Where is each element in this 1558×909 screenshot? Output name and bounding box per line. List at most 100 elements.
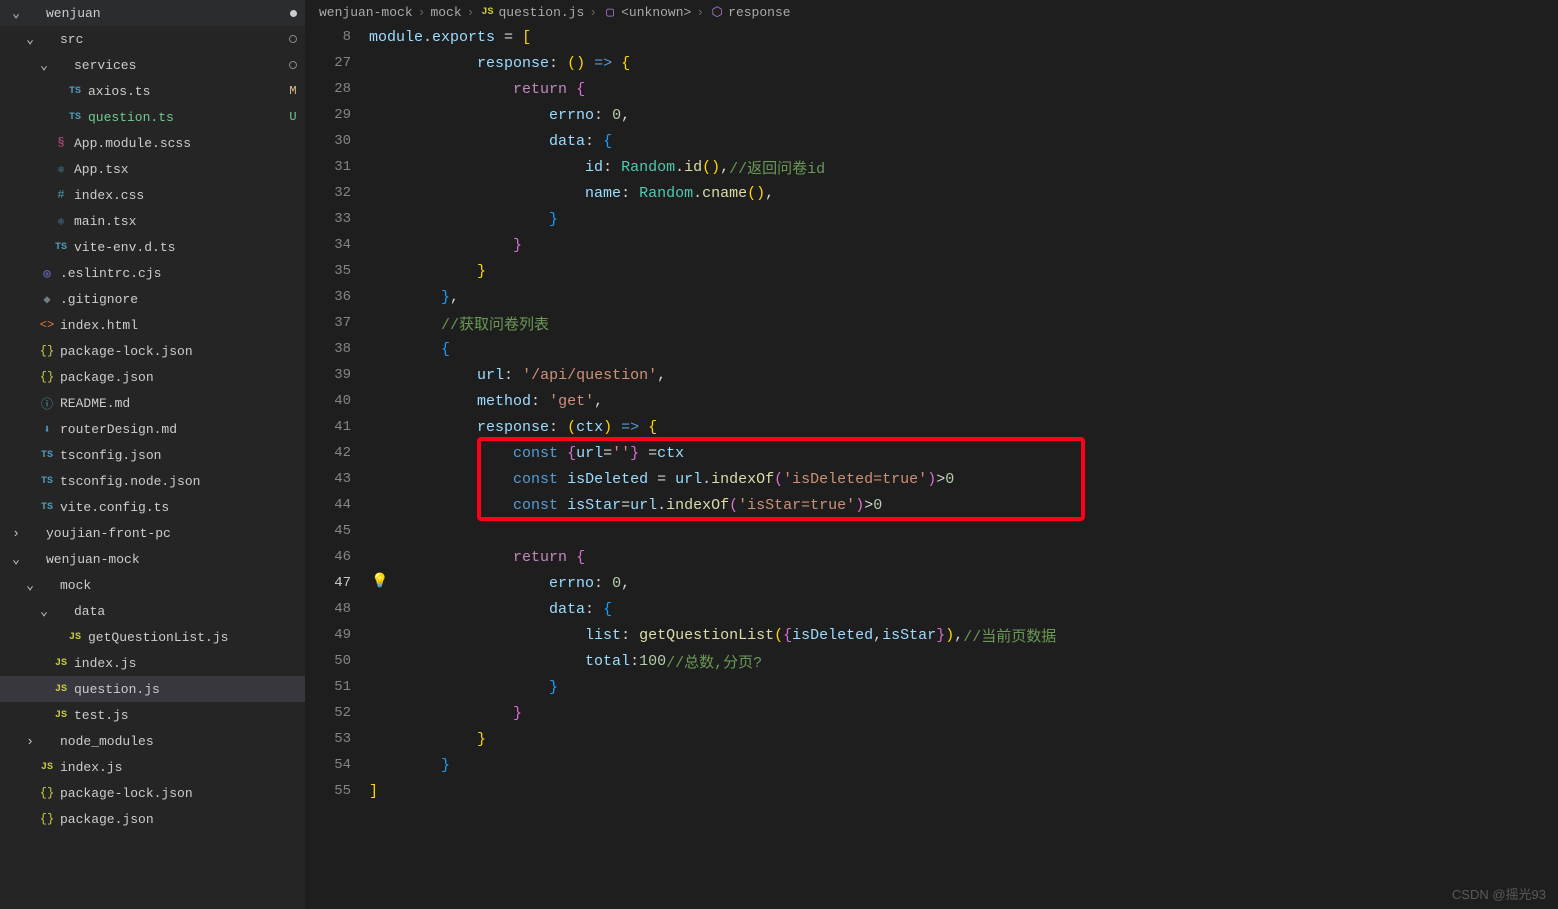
explorer-item-src[interactable]: ⌄src (0, 26, 305, 52)
chevron-right-icon[interactable]: › (22, 734, 38, 749)
code-token (369, 601, 549, 618)
code-line[interactable]: const isStar=url.indexOf('isStar=true')>… (369, 492, 1558, 518)
code-line[interactable]: } (369, 700, 1558, 726)
code-line[interactable]: list: getQuestionList({isDeleted,isStar}… (369, 622, 1558, 648)
explorer-item-label: .eslintrc.cjs (60, 266, 305, 281)
explorer-item-index-css[interactable]: #index.css (0, 182, 305, 208)
explorer-item--gitignore[interactable]: ◆.gitignore (0, 286, 305, 312)
code-line[interactable]: } (369, 674, 1558, 700)
code-token: data (549, 133, 585, 150)
code-line[interactable]: total:100//总数,分页? (369, 648, 1558, 674)
code-line[interactable]: response: () => { (369, 50, 1558, 76)
breadcrumb-segment[interactable]: wenjuan-mock (319, 5, 413, 20)
explorer-item-services[interactable]: ⌄services (0, 52, 305, 78)
code-line[interactable]: errno: 0, (369, 102, 1558, 128)
code-line[interactable]: data: { (369, 128, 1558, 154)
code-line[interactable]: errno: 0, (369, 570, 1558, 596)
explorer-item-tsconfig-node-json[interactable]: TStsconfig.node.json (0, 468, 305, 494)
explorer-item-wenjuan-mock[interactable]: ⌄wenjuan-mock (0, 546, 305, 572)
chevron-right-icon: › (467, 5, 475, 20)
code-line[interactable]: } (369, 232, 1558, 258)
line-number: 38 (305, 336, 351, 362)
code-token: { (576, 81, 585, 98)
explorer-item-package-lock-json[interactable]: {}package-lock.json (0, 780, 305, 806)
code-line[interactable]: } (369, 206, 1558, 232)
code-token: id (684, 159, 702, 176)
explorer-item-main-tsx[interactable]: ⚛main.tsx (0, 208, 305, 234)
code-line[interactable]: const isDeleted = url.indexOf('isDeleted… (369, 466, 1558, 492)
code-token: isStar (882, 627, 936, 644)
explorer-item-index-html[interactable]: <>index.html (0, 312, 305, 338)
code-line[interactable]: } (369, 258, 1558, 284)
code-line[interactable]: method: 'get', (369, 388, 1558, 414)
code-token (369, 107, 549, 124)
explorer-item-index-js[interactable]: JSindex.js (0, 650, 305, 676)
explorer-item-tsconfig-json[interactable]: TStsconfig.json (0, 442, 305, 468)
explorer-item-mock[interactable]: ⌄mock (0, 572, 305, 598)
code-line[interactable]: ] (369, 778, 1558, 804)
code-line[interactable]: module.exports = [ (369, 24, 1558, 50)
chevron-down-icon[interactable]: ⌄ (8, 6, 24, 21)
explorer-item-package-json[interactable]: {}package.json (0, 364, 305, 390)
lightbulb-icon[interactable]: 💡 (371, 573, 388, 590)
explorer-item-question-js[interactable]: JSquestion.js (0, 676, 305, 702)
code-line[interactable]: name: Random.cname(), (369, 180, 1558, 206)
line-number: 27 (305, 50, 351, 76)
code-editor[interactable]: 8272829303132333435363738394041424344454… (305, 24, 1558, 909)
code-line[interactable]: url: '/api/question', (369, 362, 1558, 388)
chevron-down-icon[interactable]: ⌄ (36, 604, 52, 619)
file-explorer[interactable]: ⌄wenjuan⌄src⌄servicesTSaxios.tsMTSquesti… (0, 0, 305, 909)
breadcrumb-segment[interactable]: response (728, 5, 790, 20)
explorer-item-label: index.js (74, 656, 305, 671)
vertical-scrollbar[interactable] (1548, 24, 1558, 909)
breadcrumb-segment[interactable]: question.js (498, 5, 584, 20)
chevron-down-icon[interactable]: ⌄ (36, 58, 52, 73)
explorer-item-wenjuan[interactable]: ⌄wenjuan (0, 0, 305, 26)
code-token: : (531, 393, 549, 410)
explorer-item-package-lock-json[interactable]: {}package-lock.json (0, 338, 305, 364)
code-token (369, 549, 513, 566)
code-content[interactable]: module.exports = [ response: () => { ret… (369, 24, 1558, 909)
breadcrumb-segment[interactable]: <unknown> (621, 5, 691, 20)
code-line[interactable]: data: { (369, 596, 1558, 622)
code-line[interactable]: id: Random.id(),//返回问卷id (369, 154, 1558, 180)
explorer-item-vite-env-d-ts[interactable]: TSvite-env.d.ts (0, 234, 305, 260)
chevron-down-icon[interactable]: ⌄ (22, 32, 38, 47)
chevron-right-icon: › (418, 5, 426, 20)
watermark: CSDN @摇光93 (1452, 884, 1546, 903)
code-line[interactable] (369, 518, 1558, 544)
explorer-item-index-js[interactable]: JSindex.js (0, 754, 305, 780)
code-line[interactable]: } (369, 752, 1558, 778)
explorer-item-readme-md[interactable]: ⓘREADME.md (0, 390, 305, 416)
explorer-item-getquestionlist-js[interactable]: JSgetQuestionList.js (0, 624, 305, 650)
code-token: //当前页数据 (963, 625, 1056, 646)
chevron-right-icon[interactable]: › (8, 526, 24, 541)
file-icon: ⓘ (38, 395, 56, 412)
code-line[interactable]: //获取问卷列表 (369, 310, 1558, 336)
explorer-item-routerdesign-md[interactable]: ⬇routerDesign.md (0, 416, 305, 442)
explorer-item-question-ts[interactable]: TSquestion.tsU (0, 104, 305, 130)
code-line[interactable]: { (369, 336, 1558, 362)
explorer-item-axios-ts[interactable]: TSaxios.tsM (0, 78, 305, 104)
explorer-item--eslintrc-cjs[interactable]: ◎.eslintrc.cjs (0, 260, 305, 286)
chevron-down-icon[interactable]: ⌄ (8, 552, 24, 567)
explorer-item-app-module-scss[interactable]: §App.module.scss (0, 130, 305, 156)
code-token: ctx (576, 419, 603, 436)
explorer-item-app-tsx[interactable]: ⚛App.tsx (0, 156, 305, 182)
explorer-item-test-js[interactable]: JStest.js (0, 702, 305, 728)
code-line[interactable]: const {url=''} =ctx (369, 440, 1558, 466)
explorer-item-vite-config-ts[interactable]: TSvite.config.ts (0, 494, 305, 520)
explorer-item-youjian-front-pc[interactable]: ›youjian-front-pc (0, 520, 305, 546)
explorer-item-package-json[interactable]: {}package.json (0, 806, 305, 832)
breadcrumb[interactable]: wenjuan-mock›mock›JSquestion.js›▢<unknow… (305, 0, 1558, 24)
code-line[interactable]: response: (ctx) => { (369, 414, 1558, 440)
code-line[interactable]: } (369, 726, 1558, 752)
explorer-item-data[interactable]: ⌄data (0, 598, 305, 624)
chevron-down-icon[interactable]: ⌄ (22, 578, 38, 593)
explorer-item-label: index.css (74, 188, 305, 203)
explorer-item-node-modules[interactable]: ›node_modules (0, 728, 305, 754)
code-line[interactable]: }, (369, 284, 1558, 310)
breadcrumb-segment[interactable]: mock (430, 5, 461, 20)
code-line[interactable]: return { (369, 544, 1558, 570)
code-line[interactable]: return { (369, 76, 1558, 102)
